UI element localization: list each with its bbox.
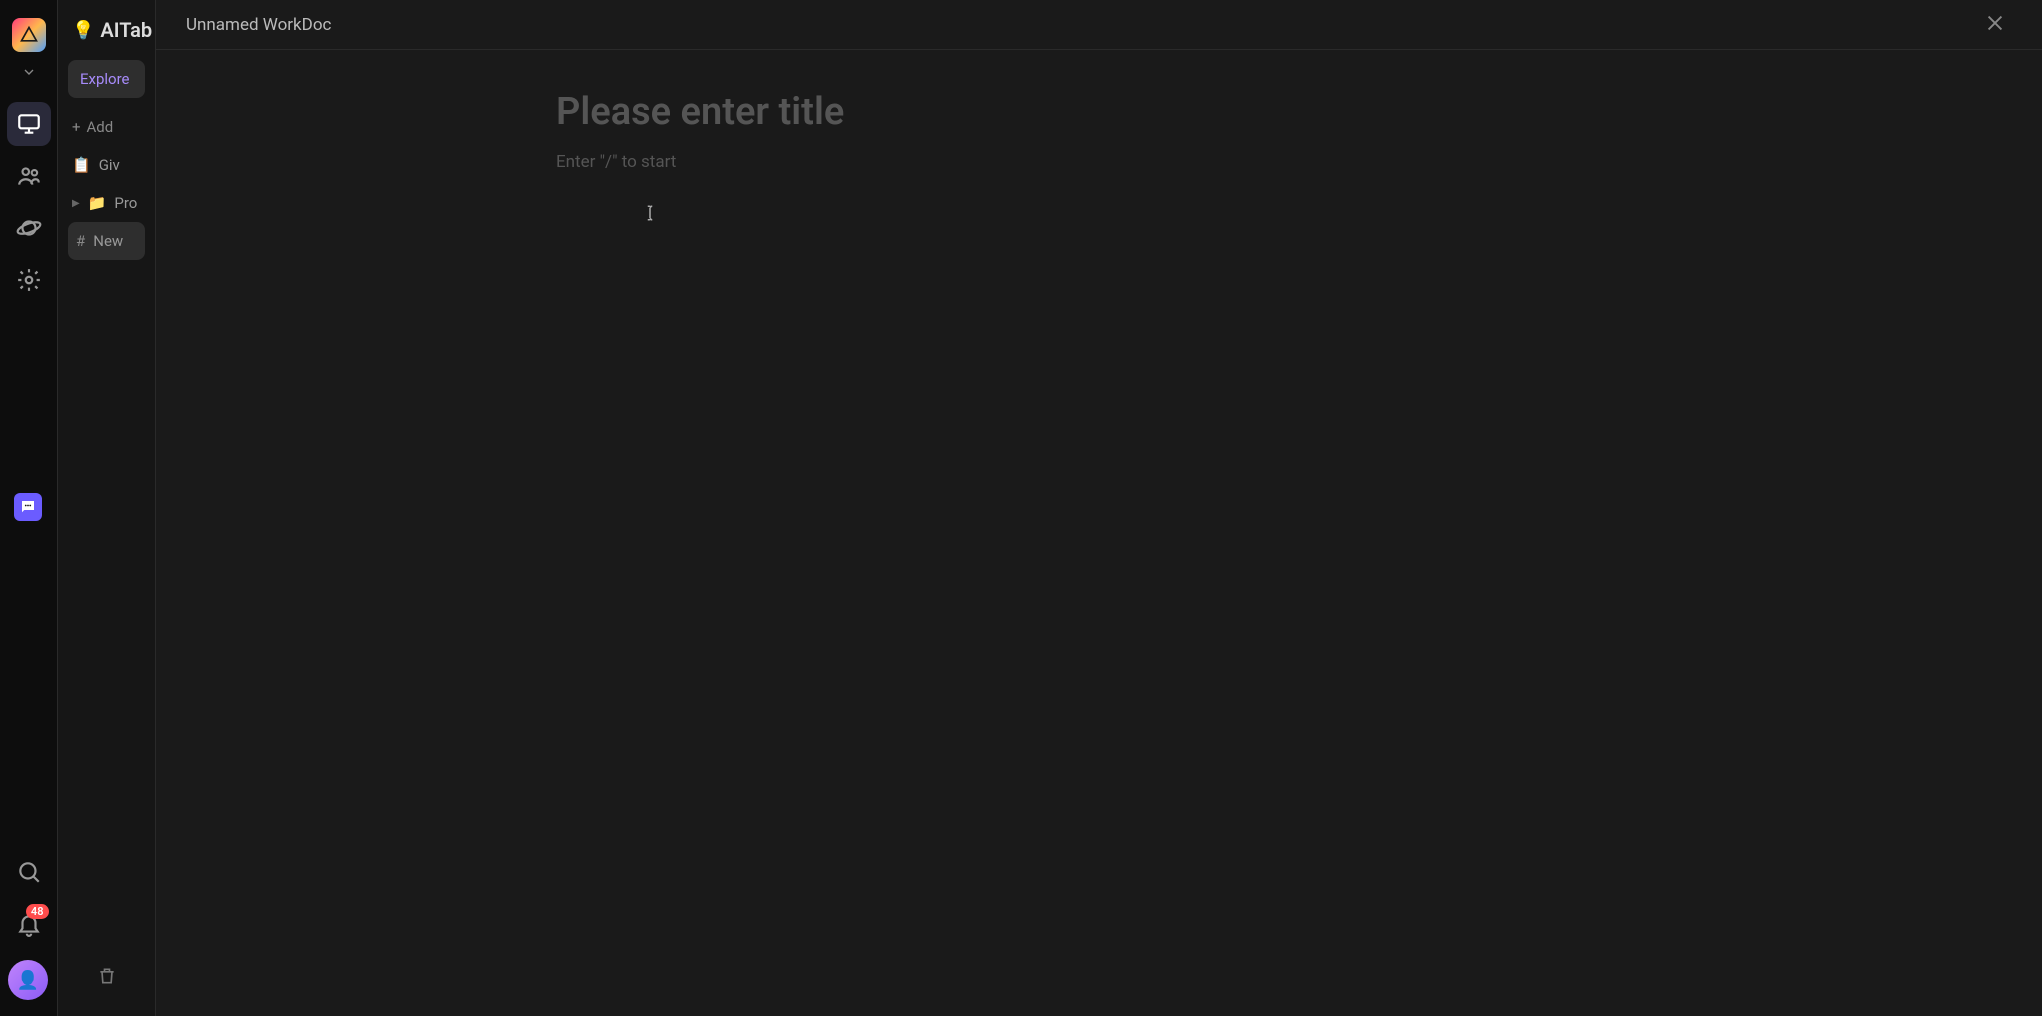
body-input[interactable]: Enter "/" to start [556, 152, 2042, 172]
chat-icon[interactable] [14, 493, 42, 521]
brand-name: AITab [100, 18, 152, 42]
main-area: Unnamed WorkDoc Enter "/" to start [156, 0, 2042, 1016]
gear-icon[interactable] [7, 258, 51, 302]
bell-icon[interactable]: 48 [7, 902, 51, 946]
planet-icon[interactable] [7, 206, 51, 250]
explore-button[interactable]: Explore [68, 60, 145, 98]
people-icon[interactable] [7, 154, 51, 198]
sidebar-item-1[interactable]: 📁 Pro [68, 184, 145, 222]
add-button[interactable]: + Add [68, 108, 145, 146]
close-button[interactable] [1978, 6, 2012, 44]
hash-icon: # [76, 232, 85, 250]
titlebar: Unnamed WorkDoc [156, 0, 2042, 50]
add-label: Add [87, 118, 114, 136]
trash-icon[interactable] [97, 966, 117, 990]
sidebar-item-2[interactable]: # New [68, 222, 145, 260]
item-label: Giv [99, 156, 120, 174]
document-editor: Enter "/" to start [156, 50, 2042, 1016]
item-icon: 📋 [72, 156, 91, 174]
brand-emoji: 💡 [72, 20, 94, 41]
text-cursor-icon [641, 202, 659, 228]
avatar[interactable]: 👤 [8, 960, 48, 1000]
plus-icon: + [72, 118, 81, 136]
app-logo[interactable] [12, 18, 46, 52]
doc-title: Unnamed WorkDoc [186, 15, 331, 35]
item-label: Pro [114, 194, 137, 212]
folder-icon: 📁 [88, 194, 107, 212]
search-icon[interactable] [7, 850, 51, 894]
monitor-icon[interactable] [7, 102, 51, 146]
brand: 💡 AITab [68, 14, 145, 46]
side-panel: 💡 AITab Explore + Add 📋 Giv 📁 Pro # New [58, 0, 156, 1016]
item-label: New [93, 232, 123, 250]
chevron-down-icon[interactable] [21, 64, 37, 84]
notification-badge: 48 [26, 904, 49, 919]
title-input[interactable] [556, 90, 1356, 134]
sidebar-item-0[interactable]: 📋 Giv [68, 146, 145, 184]
